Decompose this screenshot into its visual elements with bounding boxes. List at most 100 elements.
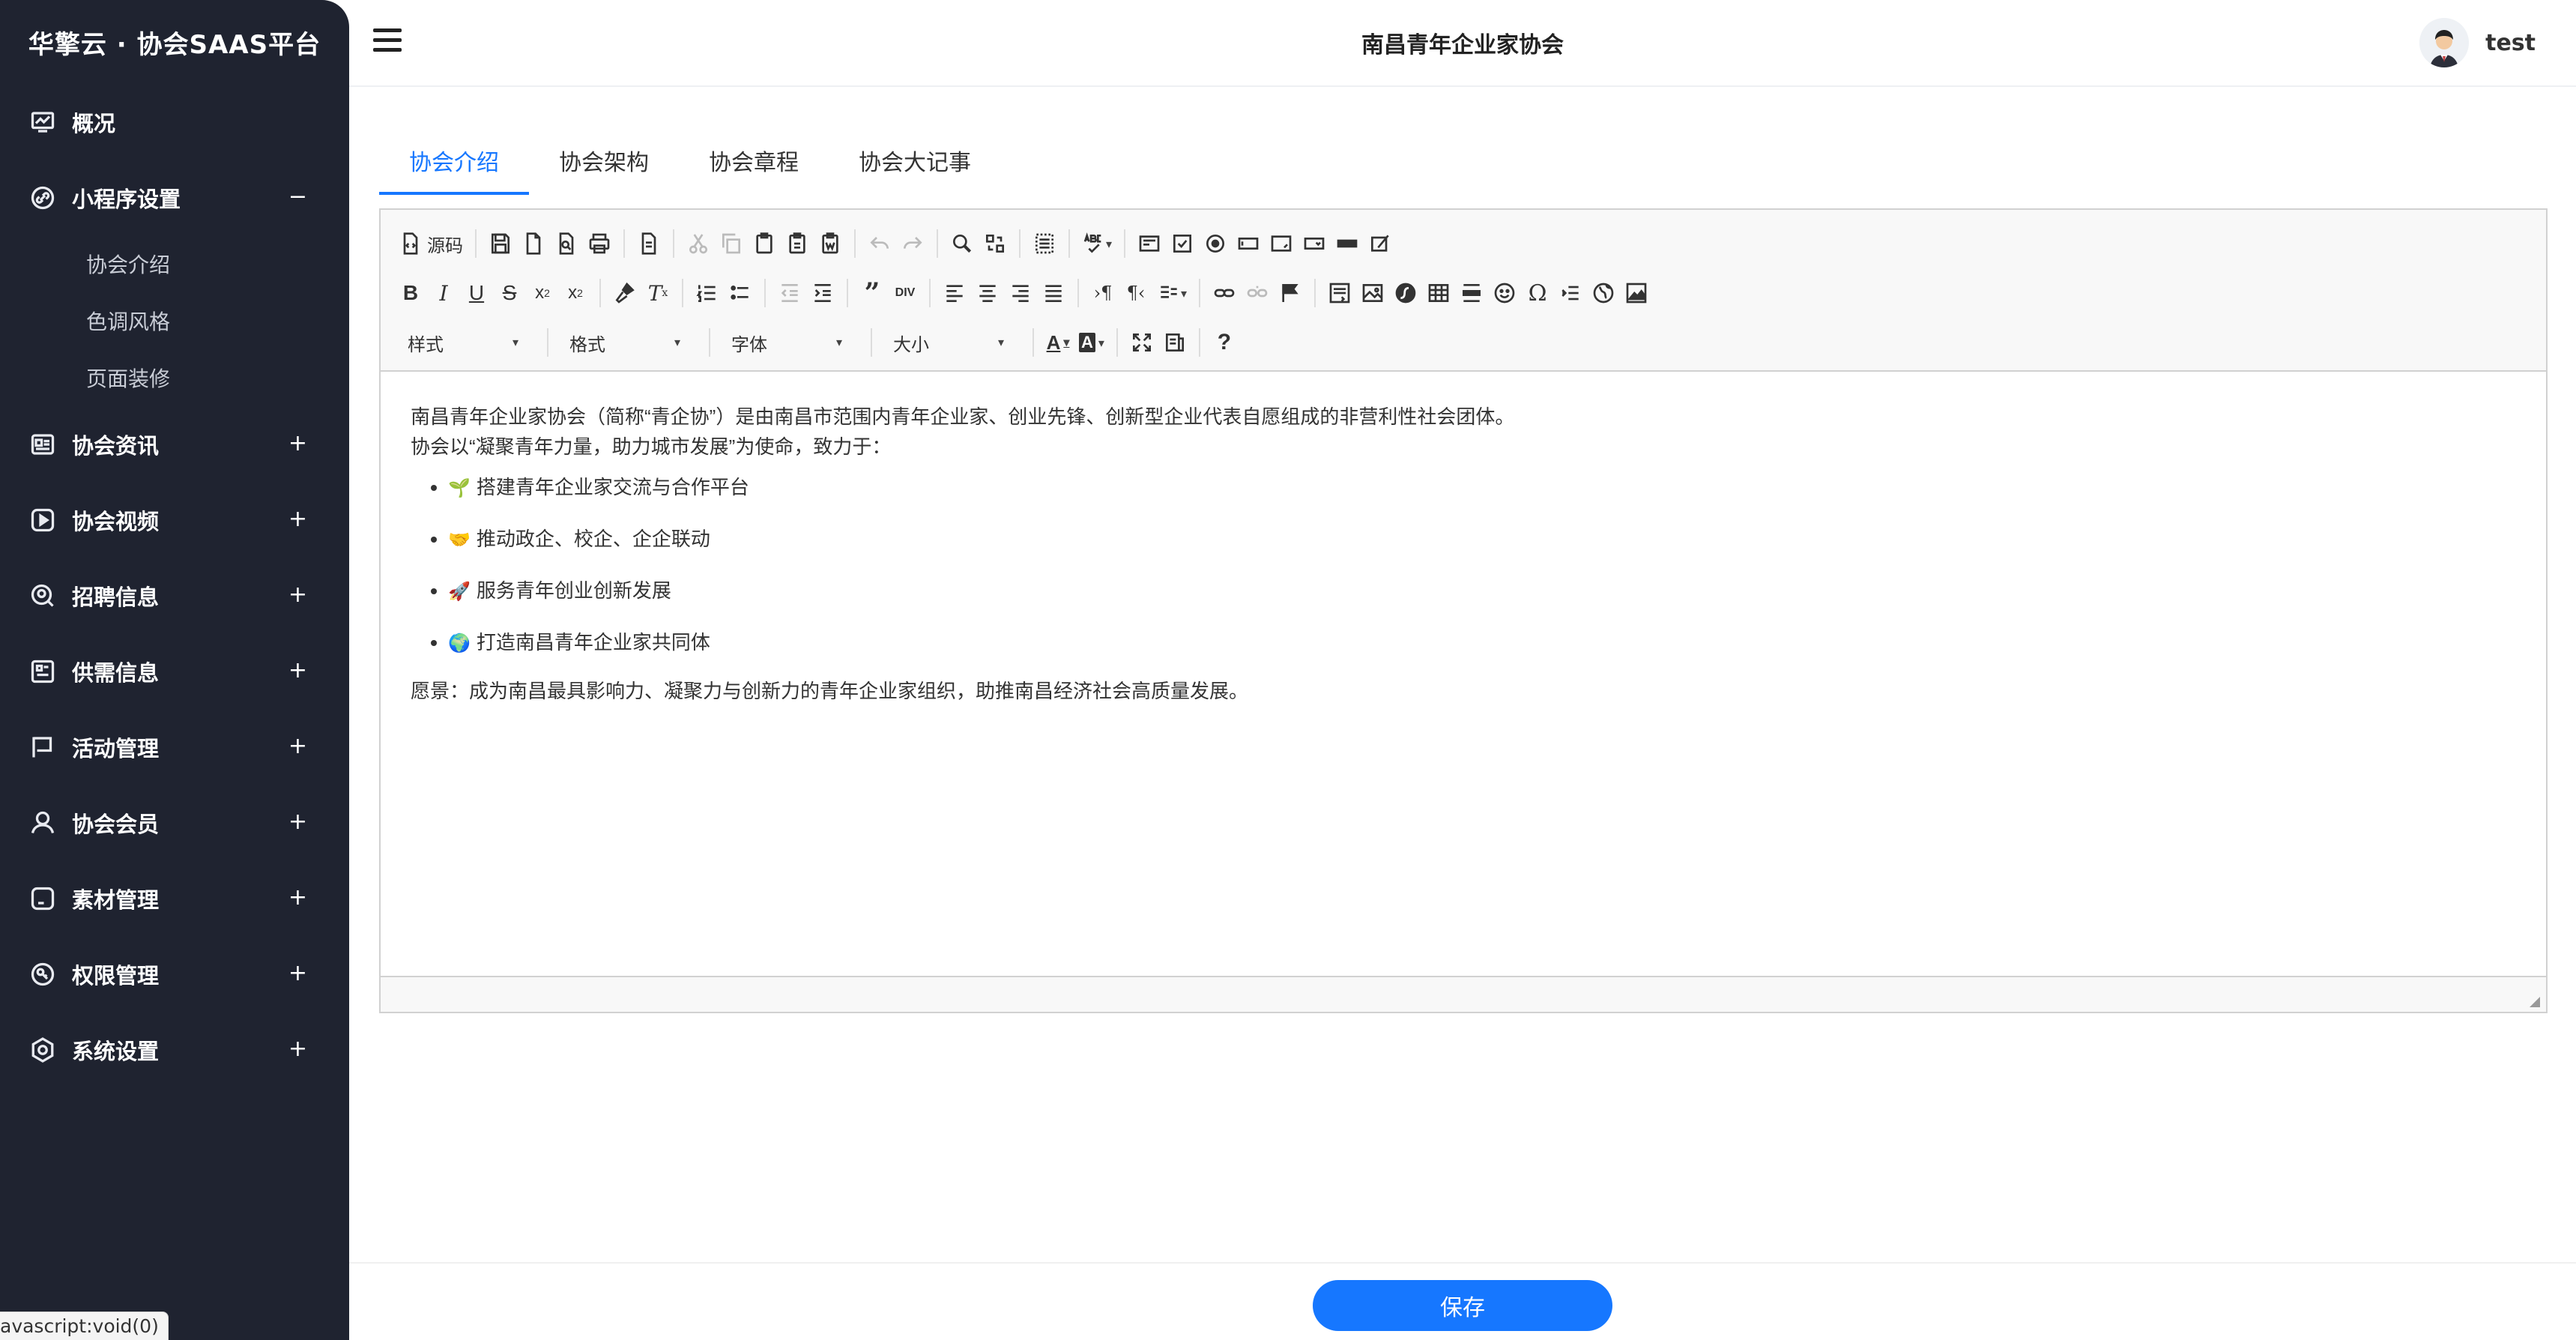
save-icon[interactable] [484, 223, 517, 264]
checkbox-icon[interactable] [1166, 223, 1199, 264]
flash-icon[interactable] [1389, 273, 1422, 313]
outdent-icon[interactable] [773, 273, 806, 313]
copy-icon[interactable] [715, 223, 748, 264]
button-field-icon[interactable] [1331, 223, 1364, 264]
new-page-icon[interactable] [517, 223, 550, 264]
find-icon[interactable] [946, 223, 979, 264]
image-icon[interactable] [1356, 273, 1389, 313]
numbered-list-icon[interactable] [691, 273, 724, 313]
expand-toggle[interactable]: + [288, 581, 307, 607]
collapse-toggle[interactable]: − [288, 183, 307, 209]
indent-icon[interactable] [806, 273, 839, 313]
expand-toggle[interactable]: + [288, 808, 307, 834]
submenu-item-page-decoration[interactable]: 页面装修 [0, 349, 349, 406]
font-dropdown[interactable]: 字体 ▾ [718, 325, 853, 360]
menu-toggle-icon[interactable] [373, 28, 402, 52]
spellcheck-icon[interactable]: ▾ [1077, 223, 1116, 264]
expand-toggle[interactable]: + [288, 657, 307, 683]
language-icon[interactable]: ▾ [1152, 273, 1191, 313]
align-center-icon[interactable] [971, 273, 1004, 313]
expand-toggle[interactable]: + [288, 505, 307, 531]
editor-content[interactable]: 南昌青年企业家协会（简称“青企协”）是由南昌市范围内青年企业家、创业先锋、创新型… [381, 372, 2546, 976]
sidebar-item-system-settings[interactable]: 系统设置 + [0, 1012, 349, 1087]
size-dropdown[interactable]: 大小 ▾ [880, 325, 1015, 360]
upload-image-icon[interactable] [1620, 273, 1653, 313]
resize-handle-icon[interactable] [2527, 994, 2540, 1007]
tab-association-structure[interactable]: 协会架构 [529, 126, 679, 195]
preview-icon[interactable] [550, 223, 583, 264]
sidebar-item-overview[interactable]: 概况 [0, 84, 349, 160]
subscript-icon[interactable]: x2 [526, 273, 559, 313]
radio-icon[interactable] [1199, 223, 1232, 264]
superscript-icon[interactable]: x2 [559, 273, 592, 313]
templates-icon[interactable] [632, 223, 665, 264]
show-blocks-icon[interactable] [1158, 322, 1191, 363]
horizontal-rule-icon[interactable] [1455, 273, 1488, 313]
replace-icon[interactable] [979, 223, 1012, 264]
cut-icon[interactable] [682, 223, 715, 264]
sidebar-item-permissions[interactable]: 权限管理 + [0, 936, 349, 1012]
code-snippet-icon[interactable] [1323, 273, 1356, 313]
sidebar-item-videos[interactable]: 协会视频 + [0, 482, 349, 558]
remove-format-icon[interactable]: Tx [641, 273, 674, 313]
tab-association-events[interactable]: 协会大记事 [829, 126, 1001, 195]
textarea-icon[interactable] [1265, 223, 1298, 264]
div-container-icon[interactable]: DIV [889, 273, 922, 313]
paste-icon[interactable] [748, 223, 781, 264]
sidebar-item-miniprogram-settings[interactable]: 小程序设置 − [0, 160, 349, 235]
smiley-icon[interactable] [1488, 273, 1521, 313]
expand-toggle[interactable]: + [288, 732, 307, 758]
paste-text-icon[interactable] [781, 223, 814, 264]
text-color-icon[interactable]: A ▾ [1041, 322, 1074, 363]
sidebar-item-activities[interactable]: 活动管理 + [0, 709, 349, 785]
text-direction-rtl-icon[interactable]: ¶‹ [1119, 273, 1152, 313]
anchor-flag-icon[interactable] [1274, 273, 1307, 313]
table-icon[interactable] [1422, 273, 1455, 313]
format-dropdown[interactable]: 格式 ▾ [556, 325, 691, 360]
background-color-icon[interactable]: A ▾ [1074, 322, 1109, 363]
tab-association-charter[interactable]: 协会章程 [679, 126, 829, 195]
sidebar-item-materials[interactable]: 素材管理 + [0, 860, 349, 936]
italic-icon[interactable]: I [427, 273, 460, 313]
help-icon[interactable]: ? [1208, 322, 1241, 363]
sidebar-item-members[interactable]: 协会会员 + [0, 785, 349, 860]
text-direction-ltr-icon[interactable]: ›¶ [1086, 273, 1119, 313]
link-icon[interactable] [1208, 273, 1241, 313]
paste-word-icon[interactable] [814, 223, 847, 264]
undo-icon[interactable] [863, 223, 896, 264]
save-button[interactable]: 保存 [1313, 1280, 1612, 1331]
justify-icon[interactable] [1037, 273, 1070, 313]
styles-dropdown[interactable]: 样式 ▾ [394, 325, 529, 360]
sidebar-item-supply-demand[interactable]: 供需信息 + [0, 633, 349, 709]
expand-toggle[interactable]: + [288, 429, 307, 456]
iframe-globe-icon[interactable] [1587, 273, 1620, 313]
tab-association-intro[interactable]: 协会介绍 [379, 126, 529, 195]
blockquote-icon[interactable]: ” [856, 273, 889, 313]
expand-toggle[interactable]: + [288, 959, 307, 986]
maximize-icon[interactable] [1125, 322, 1158, 363]
source-button[interactable]: 源码 [394, 223, 468, 264]
unlink-icon[interactable] [1241, 273, 1274, 313]
expand-toggle[interactable]: + [288, 1035, 307, 1061]
hidden-field-icon[interactable] [1364, 223, 1397, 264]
submenu-item-association-intro[interactable]: 协会介绍 [0, 235, 349, 292]
page-break-icon[interactable] [1554, 273, 1587, 313]
align-right-icon[interactable] [1004, 273, 1037, 313]
special-char-icon[interactable]: Ω [1521, 273, 1554, 313]
bulleted-list-icon[interactable] [724, 273, 757, 313]
text-field-icon[interactable] [1232, 223, 1265, 264]
strikethrough-icon[interactable]: S [493, 273, 526, 313]
user-menu[interactable]: test [2419, 18, 2536, 67]
select-all-icon[interactable] [1028, 223, 1061, 264]
bold-icon[interactable]: B [394, 273, 427, 313]
underline-icon[interactable]: U [460, 273, 493, 313]
form-icon[interactable] [1133, 223, 1166, 264]
sidebar-item-recruitment[interactable]: 招聘信息 + [0, 558, 349, 633]
redo-icon[interactable] [896, 223, 929, 264]
expand-toggle[interactable]: + [288, 884, 307, 910]
select-field-icon[interactable] [1298, 223, 1331, 264]
sidebar-item-news[interactable]: 协会资讯 + [0, 406, 349, 482]
print-icon[interactable] [583, 223, 616, 264]
submenu-item-color-style[interactable]: 色调风格 [0, 292, 349, 349]
format-painter-icon[interactable] [608, 273, 641, 313]
